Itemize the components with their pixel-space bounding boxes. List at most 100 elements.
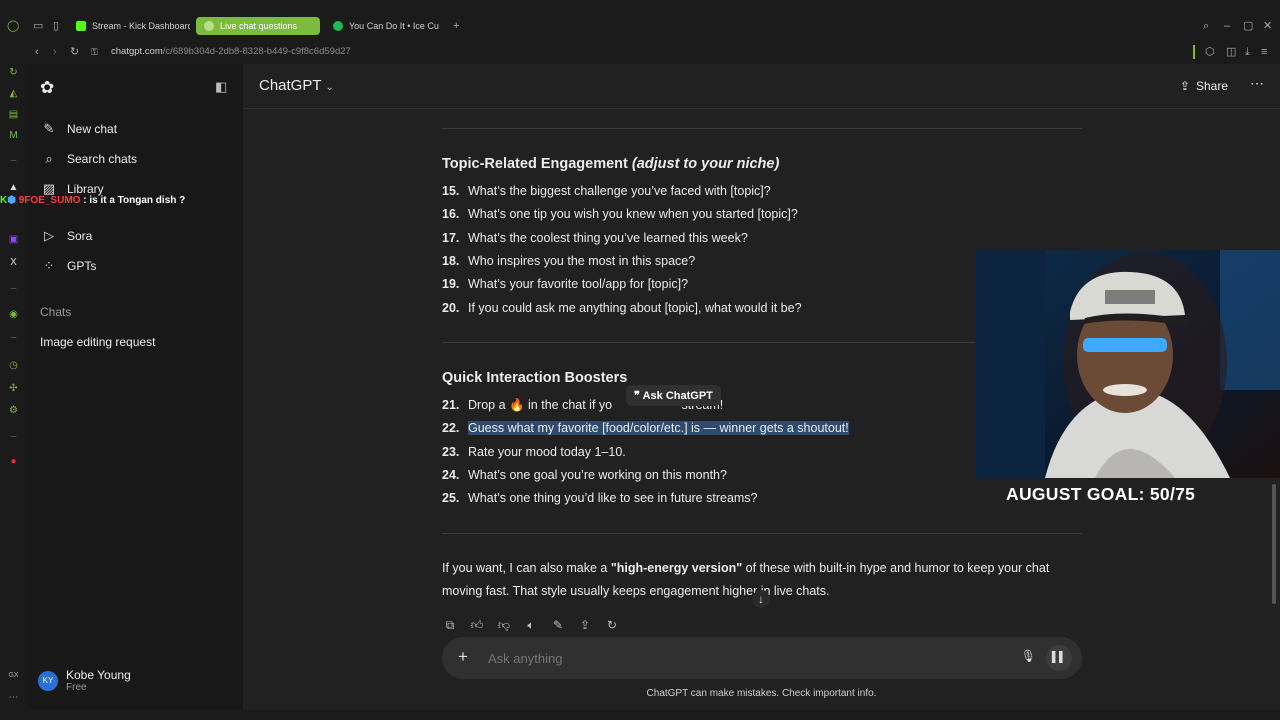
browser-tab-bar: ◯ ▭ ▯ Stream - Kick Dashboard Live chat … (0, 0, 1280, 40)
share-button[interactable]: ⇪ Share (1180, 79, 1228, 93)
list-text: What’s one thing you’d like to see in fu… (468, 491, 758, 505)
edit-in-canvas-icon[interactable]: ✎ (550, 617, 566, 633)
close-icon[interactable]: ✕ (1263, 20, 1272, 32)
sidebar-item-new-chat[interactable]: ✎ New chat (41, 119, 117, 139)
list-number: 21. (442, 398, 460, 412)
list-item: 19. What’s your favorite tool/app for [to… (442, 277, 688, 291)
copy-icon[interactable]: ⧉ (442, 617, 458, 633)
chats-section-label: Chats (40, 305, 72, 319)
para-bold: "high-energy version" (610, 561, 743, 575)
kick-sidebar-icon[interactable]: ▲ (7, 181, 20, 194)
separator-icon: – (10, 431, 17, 442)
sidebar-item-label: Sora (67, 229, 93, 243)
prompt-input[interactable] (486, 650, 970, 667)
search-icon[interactable]: ⌕ (1203, 20, 1209, 32)
minimize-icon[interactable]: – (1224, 20, 1230, 32)
list-item[interactable]: 22. Guess what my favorite [food/color/et… (442, 421, 849, 435)
list-number: 20. (442, 301, 460, 315)
extension-icon[interactable]: ▤ (7, 108, 20, 121)
record-icon[interactable]: ● (7, 455, 20, 468)
list-text: What’s your favorite tool/app for [topic… (468, 277, 689, 291)
twitch-icon[interactable]: ▣ (7, 233, 20, 246)
share-label: Share (1195, 79, 1228, 93)
openai-logo-icon[interactable]: ✿ (40, 78, 54, 98)
kick-icon (76, 21, 86, 31)
separator-icon: – (10, 283, 17, 294)
phone-icon[interactable]: ▯ (53, 20, 59, 32)
webcam-overlay (975, 250, 1280, 478)
puzzle-icon[interactable]: ✣ (7, 382, 20, 395)
microphone-icon[interactable]: 🎙︎ (1021, 649, 1036, 663)
play-circle-icon[interactable]: ◉ (7, 308, 20, 321)
composer: + 🎙︎ ▌▌ (442, 637, 1082, 679)
bottom-bar (0, 710, 1280, 720)
tab-label: You Can Do It • Ice Cu (349, 21, 439, 31)
user-name: Kobe Young (66, 668, 131, 682)
menu-icon[interactable]: ≡ (1261, 46, 1267, 58)
chevron-down-icon: ⌄ (325, 82, 334, 93)
sidebar-item-gpts[interactable]: ⁘ GPTs (41, 256, 97, 276)
sidebar-item-sora[interactable]: ▷ Sora (41, 226, 92, 246)
read-aloud-icon[interactable]: 🔈︎ (523, 617, 539, 633)
close-sidebar-icon[interactable]: ◧ (215, 79, 227, 95)
more-icon[interactable]: ⋯ (7, 691, 20, 704)
sidebar-item-label: Library (67, 182, 104, 196)
workspace-icon[interactable]: ▭ (33, 20, 43, 32)
download-icon[interactable]: ⤓ (1245, 46, 1250, 58)
extensions-icon[interactable]: ⬡ (1205, 46, 1215, 58)
url-host: chatgpt.com (111, 46, 163, 57)
aria-icon[interactable]: ◭ (7, 87, 20, 100)
section-heading-boosters: Quick Interaction Boosters (442, 370, 628, 386)
address-bar-row: ‹ › ↻ ⚿ chatgpt.com/c/689b304d-2db8-8328… (0, 40, 1280, 64)
list-number: 18. (442, 254, 460, 268)
forward-icon[interactable]: › (53, 46, 57, 58)
music-icon[interactable]: M (7, 129, 20, 142)
lock-icon: ⚿ (91, 47, 98, 57)
thumbs-down-icon[interactable]: 👎︎ (496, 617, 512, 633)
new-tab-icon[interactable]: + (453, 20, 459, 32)
sidebar-item-search-chats[interactable]: ⌕ Search chats (41, 149, 137, 169)
share-icon: ⇪ (1179, 79, 1190, 93)
url-path: /c/689b304d-2db8-8328-b449-c9f8c6d59d27 (162, 46, 351, 57)
thumbs-up-icon[interactable]: 👍︎ (469, 617, 485, 633)
selected-text[interactable]: Guess what my favorite [food/color/etc.]… (468, 421, 849, 435)
ask-chatgpt-button[interactable]: ❞ Ask ChatGPT (626, 385, 721, 406)
refresh-icon[interactable]: ↻ (7, 66, 20, 79)
settings-icon[interactable]: ⚙ (7, 404, 20, 417)
back-icon[interactable]: ‹ (35, 46, 39, 58)
history-icon[interactable]: ◷ (7, 359, 20, 372)
gx-icon[interactable]: GX (7, 669, 20, 682)
scroll-down-button[interactable]: ↓ (752, 590, 770, 608)
share-icon[interactable]: ⇪ (577, 617, 593, 633)
list-text: If you could ask me anything about [topi… (468, 301, 802, 315)
list-text: Who inspires you the most in this space? (468, 254, 696, 268)
tab-spotify[interactable]: You Can Do It • Ice Cu (325, 17, 445, 35)
model-selector[interactable]: ChatGPT ⌄ (259, 77, 334, 94)
spotify-icon (333, 21, 343, 31)
opera-logo-icon[interactable]: ◯ (7, 20, 19, 32)
voice-mode-icon[interactable]: ▌▌ (1046, 645, 1072, 671)
tab-live-chat-questions[interactable]: Live chat questions (196, 17, 320, 35)
webcam-image (975, 250, 1280, 478)
more-options-icon[interactable]: ⋯ (1250, 75, 1264, 92)
sidebar-item-label: GPTs (67, 259, 97, 273)
user-profile[interactable]: KY Kobe Young Free (38, 668, 131, 693)
x-icon[interactable]: X (7, 256, 20, 269)
tab-kick-dashboard[interactable]: Stream - Kick Dashboard (68, 17, 190, 35)
maximize-icon[interactable]: ▢ (1243, 20, 1253, 32)
plus-icon[interactable]: + (458, 647, 468, 667)
scrollbar-thumb[interactable] (1272, 484, 1276, 604)
list-text: What’s one tip you wish you knew when yo… (468, 207, 798, 221)
reload-icon[interactable]: ↻ (70, 46, 79, 58)
sidebar-item-label: New chat (67, 122, 118, 136)
chat-username: 9FOE_SUMO (18, 195, 81, 206)
snapshot-icon[interactable]: ◫ (1226, 46, 1236, 58)
list-item: 15. What’s the biggest challenge you’ve f… (442, 184, 771, 198)
play-icon: ▷ (44, 228, 54, 243)
regenerate-icon[interactable]: ↻ (604, 617, 620, 633)
list-item: 25. What’s one thing you’d like to see in… (442, 491, 758, 505)
avatar: KY (38, 670, 58, 691)
chat-sidebar: ✿ ◧ ✎ New chat ⌕ Search chats ▨ Library … (28, 64, 243, 710)
url-field[interactable]: chatgpt.com/c/689b304d-2db8-8328-b449-c9… (111, 46, 351, 57)
chat-history-item[interactable]: Image editing request (40, 335, 155, 349)
